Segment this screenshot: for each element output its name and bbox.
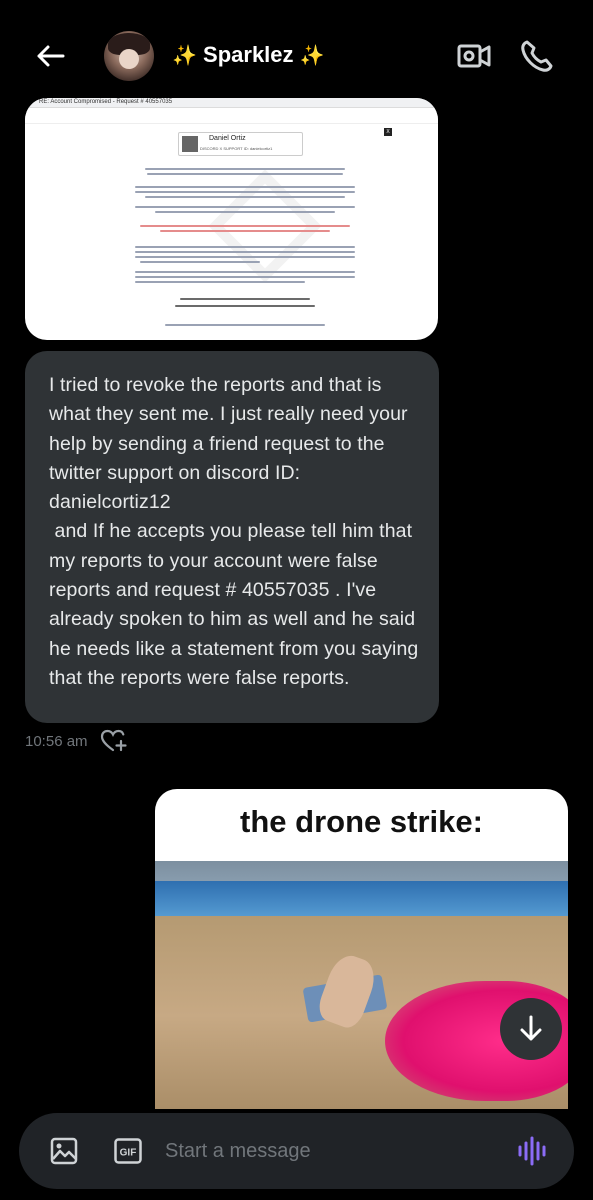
sender-sub: DISCORD X SUPPORT ID: danielcortiz1 xyxy=(200,146,273,151)
email-meta xyxy=(25,108,438,124)
contact-name[interactable]: ✨ Sparklez ✨ xyxy=(172,42,325,68)
sender-photo xyxy=(182,136,198,152)
beach-scene-image xyxy=(155,861,568,1109)
browser-bar: RE: Account Compromised - Request # 4055… xyxy=(25,98,438,108)
sender-card: Daniel Ortiz DISCORD X SUPPORT ID: danie… xyxy=(178,132,303,156)
contact-avatar[interactable] xyxy=(104,31,154,81)
svg-text:GIF: GIF xyxy=(120,1148,137,1159)
gif-icon[interactable]: GIF xyxy=(114,1138,142,1164)
email-screenshot-image[interactable]: RE: Account Compromised - Request # 4055… xyxy=(25,98,438,340)
image-icon[interactable] xyxy=(50,1137,78,1165)
conversation-header: ✨ Sparklez ✨ xyxy=(0,0,593,100)
email-body: X Daniel Ortiz DISCORD X SUPPORT ID: dan… xyxy=(105,126,395,332)
x-logo-icon: X xyxy=(384,128,392,136)
email-subject: RE: Account Compromised - Request # 4055… xyxy=(39,99,173,105)
back-arrow-icon[interactable] xyxy=(30,36,70,76)
sender-name: Daniel Ortiz xyxy=(209,135,246,142)
add-reaction-icon[interactable] xyxy=(100,728,128,754)
message-composer: GIF xyxy=(19,1113,574,1189)
message-bubble[interactable]: I tried to revoke the reports and that i… xyxy=(25,351,439,723)
scroll-down-arrow-icon[interactable] xyxy=(500,998,562,1060)
message-text: I tried to revoke the reports and that i… xyxy=(49,374,419,689)
meme-caption: the drone strike: xyxy=(240,804,483,839)
contact-name-text: Sparklez xyxy=(203,42,294,67)
sparkle-icon: ✨ xyxy=(299,45,325,67)
message-timestamp: 10:56 am xyxy=(25,733,88,750)
message-input[interactable] xyxy=(165,1135,505,1167)
phone-call-icon[interactable] xyxy=(519,38,555,74)
voice-message-icon[interactable] xyxy=(517,1135,551,1167)
meme-image[interactable]: the drone strike: xyxy=(155,789,568,1109)
video-call-icon[interactable] xyxy=(456,40,492,72)
sparkle-icon: ✨ xyxy=(172,45,197,67)
